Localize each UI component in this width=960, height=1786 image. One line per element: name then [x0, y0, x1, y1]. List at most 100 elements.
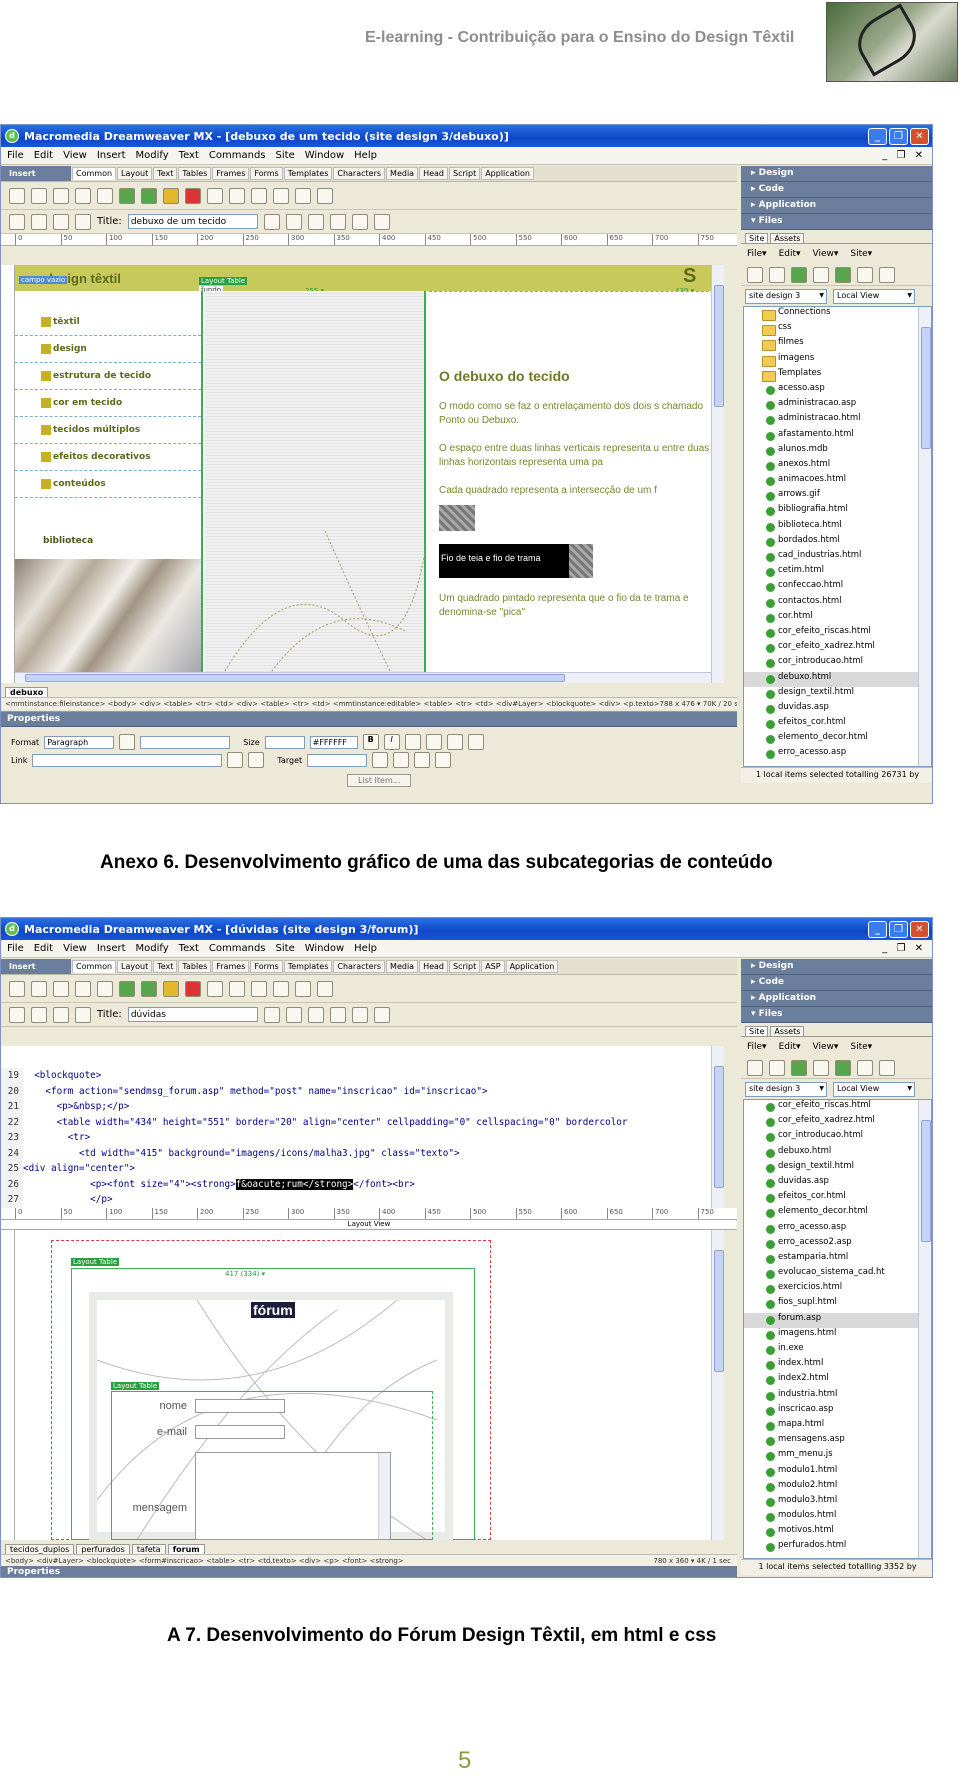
nav-item[interactable]: cor em tecido — [15, 390, 201, 417]
panel-header-application[interactable]: ▸ Application — [741, 198, 932, 214]
file-item[interactable]: motivos.html — [744, 1525, 931, 1540]
menu-item-text[interactable]: Text — [179, 150, 199, 161]
menu-item-text[interactable]: Text — [179, 943, 199, 954]
code-view-icon[interactable] — [9, 213, 25, 230]
menu-item-commands[interactable]: Commands — [209, 150, 266, 161]
split-view-icon[interactable] — [31, 1006, 47, 1023]
file-item[interactable]: contactos.html — [744, 596, 931, 611]
menu-item-commands[interactable]: Commands — [209, 943, 266, 954]
font-icon[interactable] — [119, 734, 136, 750]
browse-folder-icon[interactable] — [248, 752, 265, 768]
template-icon[interactable] — [295, 980, 311, 997]
files-menu-item[interactable]: File▾ — [747, 1042, 767, 1052]
document-tab[interactable]: tafeta — [131, 1544, 166, 1554]
file-item[interactable]: administracao.asp — [744, 398, 931, 413]
properties-collapsed[interactable]: Properties — [1, 1566, 737, 1577]
file-item[interactable]: arrows.gif — [744, 489, 931, 504]
file-item[interactable]: acesso.asp — [744, 383, 931, 398]
comment-icon[interactable] — [251, 980, 267, 997]
head-icon[interactable] — [317, 187, 333, 204]
file-item[interactable]: in.exe — [744, 1343, 931, 1358]
refresh-icon[interactable] — [307, 213, 324, 230]
insert-tab-tables[interactable]: Tables — [178, 960, 212, 973]
email-link-icon[interactable] — [31, 187, 47, 204]
table-icon[interactable] — [75, 187, 91, 204]
files-menu-item[interactable]: View▾ — [813, 1042, 839, 1052]
file-item[interactable]: index2.html — [744, 1373, 931, 1388]
insert-tab-asp[interactable]: ASP — [481, 960, 505, 973]
view-select[interactable]: Local View — [833, 288, 915, 304]
insert-tab-layout[interactable]: Layout — [117, 960, 153, 973]
file-item[interactable]: css — [744, 322, 931, 337]
file-item[interactable]: debuxo.html — [744, 1146, 931, 1161]
preview-browser-icon[interactable] — [285, 213, 302, 230]
anchor-icon[interactable] — [53, 980, 69, 997]
nav-item[interactable]: tecidos múltiplos — [15, 417, 201, 444]
indent-icon[interactable] — [435, 752, 452, 768]
files-menu-item[interactable]: Site▾ — [850, 249, 872, 259]
file-item[interactable]: industria.html — [744, 1389, 931, 1404]
insert-tab-frames[interactable]: Frames — [212, 167, 250, 180]
site-select[interactable]: site design 3 — [745, 1081, 827, 1097]
menu-item-help[interactable]: Help — [354, 943, 377, 954]
file-item[interactable]: afastamento.html — [744, 429, 931, 444]
justify-icon[interactable] — [467, 734, 484, 750]
files-menu-item[interactable]: Edit▾ — [779, 249, 801, 259]
window-size-indicator[interactable]: 788 x 476 ▾ 70K / 20 sec — [660, 700, 738, 708]
panel-header-design[interactable]: ▸ Design — [741, 959, 932, 975]
insert-tab-characters[interactable]: Characters — [333, 960, 386, 973]
image-icon[interactable] — [119, 187, 135, 204]
panel-header-code[interactable]: ▸ Code — [741, 975, 932, 991]
code-view-icon[interactable] — [9, 1006, 25, 1023]
file-management-icon[interactable] — [263, 1006, 280, 1023]
mdi-controls[interactable]: _ ❐ ✕ — [882, 943, 932, 954]
files-scrollbar[interactable] — [918, 1100, 931, 1558]
files-menu-item[interactable]: Site▾ — [850, 1042, 872, 1052]
file-item[interactable]: erro_acesso.asp — [744, 747, 931, 762]
close-icon[interactable]: ✕ — [910, 127, 929, 145]
preview-browser-icon[interactable] — [285, 1006, 302, 1023]
tag-chooser-icon[interactable] — [273, 980, 289, 997]
menu-item-modify[interactable]: Modify — [136, 150, 169, 161]
panel-tab-assets[interactable]: Assets — [770, 233, 805, 243]
email-input[interactable] — [195, 1425, 285, 1439]
file-item[interactable]: cad_industrias.html — [744, 550, 931, 565]
file-item[interactable]: elemento_decor.html — [744, 1206, 931, 1221]
mdi-controls[interactable]: _ ❐ ✕ — [882, 150, 932, 161]
file-item[interactable]: mm_menu.js — [744, 1449, 931, 1464]
align-right-icon[interactable] — [446, 734, 463, 750]
insert-tab-text[interactable]: Text — [153, 960, 178, 973]
expand-icon[interactable] — [879, 1059, 895, 1076]
nav-item[interactable]: estrutura de tecido — [15, 363, 201, 390]
code-navigation-icon[interactable] — [351, 1006, 368, 1023]
code-scrollbar[interactable] — [711, 1046, 724, 1208]
file-item[interactable]: cor_introducao.html — [744, 1130, 931, 1145]
file-item[interactable]: bordados.html — [744, 535, 931, 550]
insert-tab-tables[interactable]: Tables — [178, 167, 212, 180]
refresh-icon[interactable] — [769, 1059, 785, 1076]
file-item[interactable]: inscricao.asp — [744, 1404, 931, 1419]
get-file-icon[interactable] — [791, 266, 807, 283]
file-management-icon[interactable] — [263, 213, 280, 230]
comment-icon[interactable] — [251, 187, 267, 204]
image-placeholder-icon[interactable] — [141, 187, 157, 204]
table-icon[interactable] — [75, 980, 91, 997]
unordered-list-icon[interactable] — [372, 752, 389, 768]
insert-tab-forms[interactable]: Forms — [250, 960, 283, 973]
files-scrollbar[interactable] — [918, 307, 931, 766]
file-item[interactable]: efeitos_cor.html — [744, 1191, 931, 1206]
target-select[interactable] — [307, 753, 368, 767]
fireworks-icon[interactable] — [185, 980, 201, 997]
page-title-input[interactable] — [127, 214, 258, 229]
file-item[interactable]: modulo2.html — [744, 1480, 931, 1495]
insert-tab-head[interactable]: Head — [419, 167, 448, 180]
menu-item-file[interactable]: File — [7, 943, 24, 954]
file-item[interactable]: cor_efeito_xadrez.html — [744, 1115, 931, 1130]
insert-tab-characters[interactable]: Characters — [333, 167, 386, 180]
nav-item[interactable]: efeitos decorativos — [15, 444, 201, 471]
files-menu-item[interactable]: File▾ — [747, 249, 767, 259]
insert-tab-templates[interactable]: Templates — [283, 960, 333, 973]
design-view-icon[interactable] — [53, 1006, 69, 1023]
panel-header-files[interactable]: ▾ Files — [741, 1007, 932, 1023]
live-data-icon[interactable] — [75, 1006, 91, 1023]
